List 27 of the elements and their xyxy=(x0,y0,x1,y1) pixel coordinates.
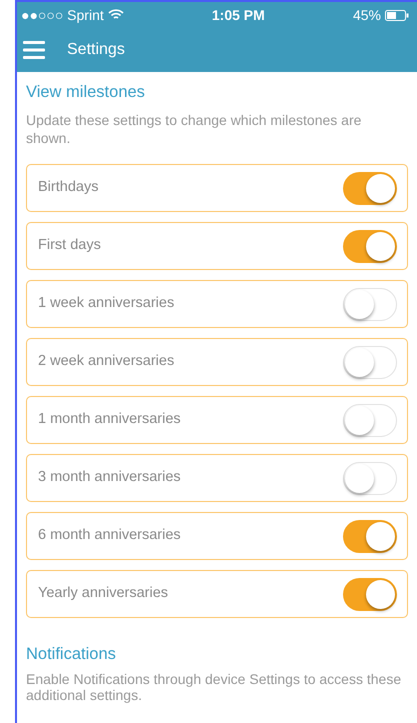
milestone-label: 3 month anniversaries xyxy=(38,468,181,488)
carrier-text: ●●○○○ Sprint xyxy=(21,6,104,25)
section-heading: Notifications xyxy=(26,644,117,665)
milestone-label: First days xyxy=(38,236,101,256)
milestone-label: Yearly anniversaries xyxy=(38,584,168,604)
toggle-switch[interactable] xyxy=(343,520,397,552)
toggle-switch[interactable] xyxy=(343,288,397,320)
section-description: Update these settings to change which milestones are shown. xyxy=(26,111,362,147)
toggle-switch[interactable] xyxy=(343,404,397,436)
milestone-label: 1 month anniversaries xyxy=(38,410,181,430)
milestone-label: 2 week anniversaries xyxy=(38,352,174,372)
battery-text: 45% xyxy=(352,6,381,24)
milestone-label: Birthdays xyxy=(38,178,98,198)
section-heading: View milestones xyxy=(26,82,146,103)
wifi-icon xyxy=(108,9,124,21)
toggle-switch[interactable] xyxy=(343,346,397,378)
menu-icon[interactable] xyxy=(23,40,47,60)
section-description: Enable Notifications through device Settings to access these additional settings. xyxy=(26,671,402,703)
milestone-label: 6 month anniversaries xyxy=(38,526,181,546)
toggle-switch[interactable] xyxy=(343,230,397,262)
toggle-switch[interactable] xyxy=(343,172,397,204)
toggle-switch[interactable] xyxy=(343,462,397,494)
battery-icon xyxy=(384,10,409,20)
milestone-label: 1 week anniversaries xyxy=(38,294,174,314)
time-text: 1:05 PM xyxy=(212,6,265,24)
header-title: Settings xyxy=(67,40,125,60)
toggle-switch[interactable] xyxy=(343,578,397,610)
